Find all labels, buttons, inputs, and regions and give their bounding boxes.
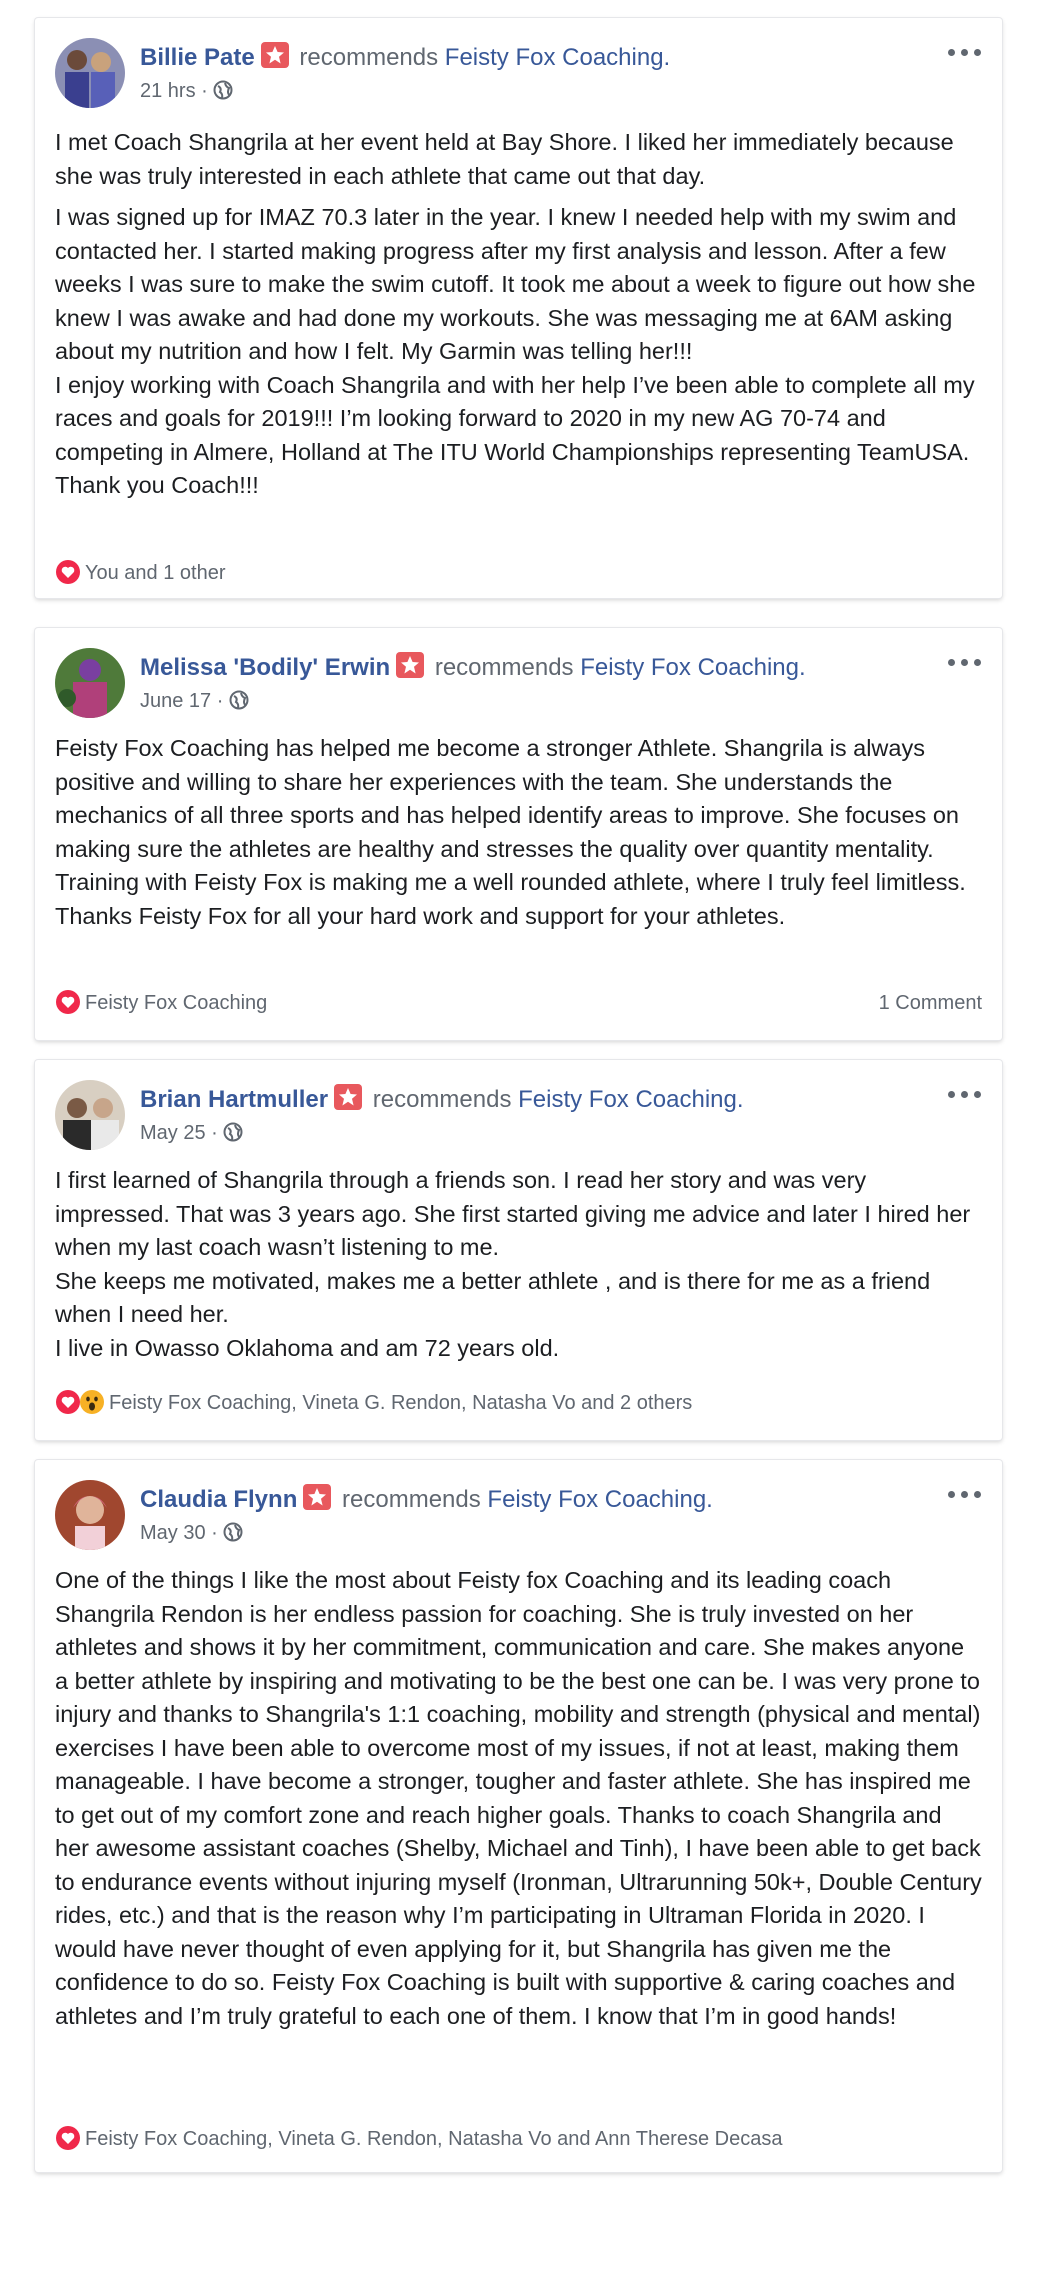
review-header: Melissa 'Bodily' Erwin recommends Feisty… xyxy=(55,648,982,718)
post-meta: May 25 · xyxy=(140,1120,243,1146)
timestamp[interactable]: 21 hrs · xyxy=(140,80,208,102)
review-card: Melissa 'Bodily' Erwin recommends Feisty… xyxy=(35,628,1002,1040)
avatar[interactable] xyxy=(55,648,125,718)
review-paragraph: I was signed up for IMAZ 70.3 later in t… xyxy=(55,204,976,498)
globe-icon xyxy=(229,690,249,710)
reactions-summary[interactable]: Feisty Fox Coaching xyxy=(85,992,267,1014)
reactions-summary[interactable]: Feisty Fox Coaching, Vineta G. Rendon, N… xyxy=(109,1392,692,1414)
review-title: Billie Pate recommends Feisty Fox Coachi… xyxy=(140,42,670,73)
page-link[interactable]: Feisty Fox Coaching. xyxy=(518,1086,743,1113)
page-link[interactable]: Feisty Fox Coaching. xyxy=(487,1486,712,1513)
recommendation-star-icon xyxy=(260,42,289,68)
review-title: Brian Hartmuller recommends Feisty Fox C… xyxy=(140,1084,744,1115)
review-paragraph: I met Coach Shangrila at her event held … xyxy=(55,129,954,189)
comments-count[interactable]: 1 Comment xyxy=(879,988,982,1018)
review-text: Feisty Fox Coaching has helped me become… xyxy=(55,732,982,933)
more-options-icon[interactable] xyxy=(948,1484,982,1504)
review-paragraph: I first learned of Shangrila through a f… xyxy=(55,1167,971,1361)
review-header: Billie Pate recommends Feisty Fox Coachi… xyxy=(55,38,982,108)
review-card: Claudia Flynn recommends Feisty Fox Coac… xyxy=(35,1460,1002,2172)
review-header: Brian Hartmuller recommends Feisty Fox C… xyxy=(55,1080,982,1150)
reactions-summary[interactable]: Feisty Fox Coaching, Vineta G. Rendon, N… xyxy=(85,2128,782,2150)
page-link[interactable]: Feisty Fox Coaching. xyxy=(580,654,805,681)
reactions-bar: You and 1 other xyxy=(55,558,982,588)
reactions-bar: Feisty Fox Coaching, Vineta G. Rendon, N… xyxy=(55,1388,982,1418)
recommends-text: recommends xyxy=(372,1086,512,1113)
reactions-bar: Feisty Fox Coaching, Vineta G. Rendon, N… xyxy=(55,2124,982,2154)
more-options-icon[interactable] xyxy=(948,42,982,62)
reviewer-name[interactable]: Claudia Flynn xyxy=(140,1486,297,1513)
love-reaction-icon[interactable] xyxy=(55,989,81,1015)
recommends-text: recommends xyxy=(299,44,439,71)
reactions-summary[interactable]: You and 1 other xyxy=(85,562,226,584)
avatar[interactable] xyxy=(55,1080,125,1150)
page-link[interactable]: Feisty Fox Coaching. xyxy=(445,44,670,71)
globe-icon xyxy=(223,1522,243,1542)
review-card: Billie Pate recommends Feisty Fox Coachi… xyxy=(35,18,1002,598)
love-reaction-icon[interactable] xyxy=(55,2125,81,2151)
timestamp[interactable]: June 17 · xyxy=(140,690,223,712)
reactions-bar: Feisty Fox Coaching 1 Comment xyxy=(55,988,982,1018)
globe-icon xyxy=(213,80,233,100)
review-header: Claudia Flynn recommends Feisty Fox Coac… xyxy=(55,1480,982,1550)
reviewer-name[interactable]: Billie Pate xyxy=(140,44,255,71)
reviewer-name[interactable]: Brian Hartmuller xyxy=(140,1086,328,1113)
post-meta: 21 hrs · xyxy=(140,78,233,104)
timestamp[interactable]: May 25 · xyxy=(140,1122,218,1144)
globe-icon xyxy=(223,1122,243,1142)
avatar[interactable] xyxy=(55,38,125,108)
love-reaction-icon[interactable] xyxy=(55,559,81,585)
love-reaction-icon[interactable] xyxy=(55,1389,81,1415)
more-options-icon[interactable] xyxy=(948,1084,982,1104)
review-text: One of the things I like the most about … xyxy=(55,1564,982,2033)
wow-reaction-icon[interactable] xyxy=(79,1389,105,1415)
avatar[interactable] xyxy=(55,1480,125,1550)
review-card: Brian Hartmuller recommends Feisty Fox C… xyxy=(35,1060,1002,1440)
recommendation-star-icon xyxy=(334,1084,363,1110)
review-title: Claudia Flynn recommends Feisty Fox Coac… xyxy=(140,1484,713,1515)
review-paragraph: One of the things I like the most about … xyxy=(55,1567,982,2029)
recommendation-star-icon xyxy=(303,1484,332,1510)
review-title: Melissa 'Bodily' Erwin recommends Feisty… xyxy=(140,652,806,683)
post-meta: June 17 · xyxy=(140,688,249,714)
review-paragraph: Feisty Fox Coaching has helped me become… xyxy=(55,735,966,929)
recommends-text: recommends xyxy=(342,1486,481,1513)
reviewer-name[interactable]: Melissa 'Bodily' Erwin xyxy=(140,654,390,681)
recommendation-star-icon xyxy=(396,652,425,678)
review-text: I met Coach Shangrila at her event held … xyxy=(55,126,982,503)
review-text: I first learned of Shangrila through a f… xyxy=(55,1164,982,1365)
timestamp[interactable]: May 30 · xyxy=(140,1522,218,1544)
post-meta: May 30 · xyxy=(140,1520,243,1546)
recommends-text: recommends xyxy=(434,654,574,681)
more-options-icon[interactable] xyxy=(948,652,982,672)
